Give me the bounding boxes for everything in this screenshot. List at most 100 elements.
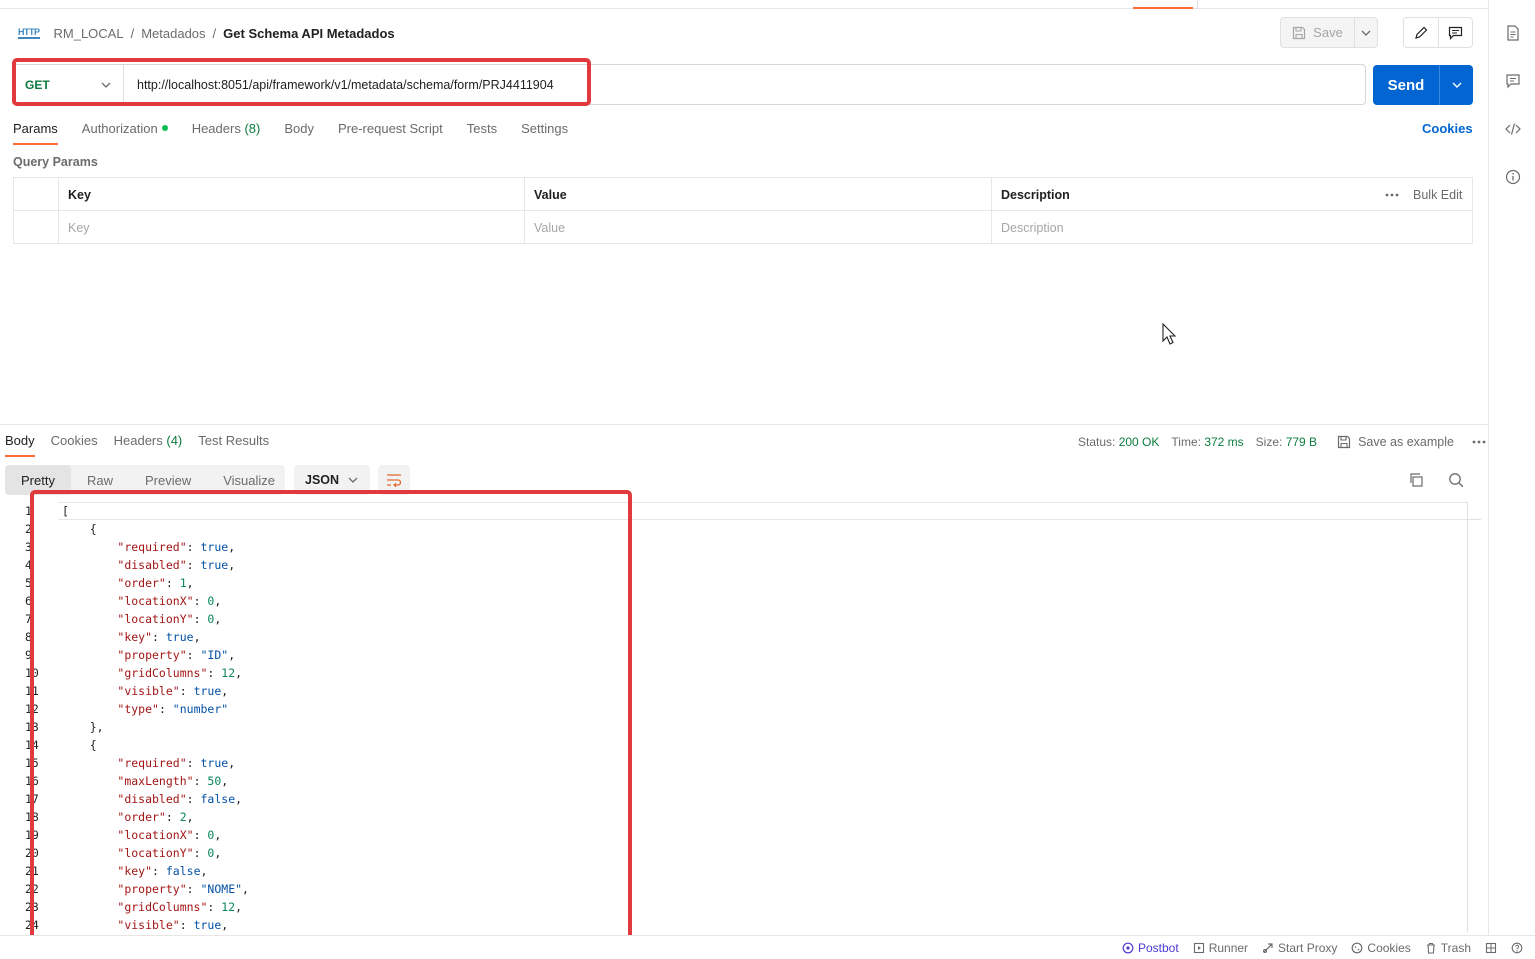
line-number: 7 (25, 612, 32, 626)
breadcrumb-separator: / (212, 25, 217, 41)
trash-icon (1426, 942, 1435, 954)
format-select[interactable]: JSON (294, 465, 370, 495)
more-options-icon[interactable] (1472, 440, 1486, 444)
table-row: Key Value Description (14, 211, 1472, 244)
tab-response-headers[interactable]: Headers (4) (114, 433, 183, 457)
json-key: "gridColumns" (117, 900, 208, 914)
breadcrumb-folder[interactable]: Metadados (141, 26, 205, 41)
cookies-link[interactable]: Cookies (1422, 121, 1473, 136)
view-preview[interactable]: Preview (129, 465, 207, 495)
edit-button[interactable] (1404, 18, 1439, 47)
breadcrumb: HTTP RM_LOCAL / Metadados / Get Schema A… (18, 24, 395, 42)
json-value: true (165, 630, 194, 644)
tab-settings[interactable]: Settings (521, 121, 568, 145)
json-punctuation: }, (89, 720, 104, 734)
param-key-input[interactable]: Key (59, 211, 90, 244)
send-button[interactable]: Send (1373, 65, 1440, 105)
size-value[interactable]: 779 B (1286, 435, 1317, 449)
comments-icon[interactable] (1503, 71, 1523, 91)
column-header-key: Key (68, 187, 91, 202)
tab-label: Headers (191, 121, 241, 136)
code-line: "type": "number" (117, 702, 229, 716)
code-line: "gridColumns": 12, (117, 666, 243, 680)
layout-toggle-button[interactable] (1485, 942, 1497, 954)
json-key: "required" (117, 756, 187, 770)
save-options-button[interactable] (1355, 18, 1377, 47)
status-value[interactable]: 200 OK (1119, 435, 1160, 449)
proxy-icon (1263, 943, 1273, 953)
time-value[interactable]: 372 ms (1204, 435, 1243, 449)
bulk-edit-button[interactable]: Bulk Edit (1413, 188, 1462, 202)
runner-icon (1193, 942, 1204, 954)
tab-body[interactable]: Body (284, 121, 314, 145)
tab-separator (1197, 0, 1198, 9)
line-number: 10 (25, 666, 39, 680)
json-value: 12 (221, 666, 236, 680)
response-body-editor[interactable]: 1 2 3 4 5 6 7 8 9 10 11 12 13 14 15 16 17 18 19 20 21 22 23 24 … (0, 502, 1481, 932)
code-line: "required": true, (117, 540, 236, 554)
view-pretty[interactable]: Pretty (5, 465, 71, 495)
editor-scrollbar[interactable] (1467, 502, 1481, 932)
save-as-example-button[interactable]: Save as example (1337, 435, 1454, 449)
code-line: [ (62, 502, 249, 520)
documentation-icon[interactable] (1503, 23, 1523, 43)
json-key: "type" (117, 702, 159, 716)
view-visualize[interactable]: Visualize (207, 465, 291, 495)
json-key: "order" (117, 810, 166, 824)
tab-tests[interactable]: Tests (467, 121, 497, 145)
response-view-tabs: Pretty Raw Preview Visualize (5, 465, 285, 495)
runner-button[interactable]: Runner (1193, 941, 1248, 955)
request-name[interactable]: Get Schema API Metadados (223, 26, 394, 41)
code-line: { (62, 520, 249, 538)
more-options-icon[interactable] (1385, 193, 1399, 197)
start-proxy-button[interactable]: Start Proxy (1262, 941, 1337, 955)
json-comma: , (186, 576, 194, 590)
tab-test-results[interactable]: Test Results (198, 433, 269, 457)
info-icon[interactable] (1503, 167, 1523, 187)
breadcrumb-collection[interactable]: RM_LOCAL (54, 26, 124, 41)
url-input[interactable] (124, 77, 1354, 92)
response-meta: Status: 200 OK Time: 372 ms Size: 779 B … (1078, 433, 1486, 451)
query-params-title: Query Params (13, 155, 98, 169)
json-value: "number" (172, 702, 229, 716)
json-value: true (200, 756, 229, 770)
send-options-button[interactable] (1440, 65, 1473, 105)
save-button[interactable]: Save (1281, 18, 1355, 47)
tab-headers[interactable]: Headers (8) (192, 121, 261, 145)
trash-button[interactable]: Trash (1425, 941, 1471, 955)
tab-params[interactable]: Params (13, 121, 58, 145)
two-pane-icon (1485, 942, 1497, 954)
search-icon[interactable] (1448, 472, 1464, 488)
wrap-lines-button[interactable] (378, 465, 410, 495)
tab-response-body[interactable]: Body (5, 433, 35, 457)
tab-authorization[interactable]: Authorization (82, 121, 168, 145)
line-number: 3 (25, 540, 32, 554)
code-icon[interactable] (1503, 119, 1523, 139)
pencil-icon (1414, 26, 1428, 39)
view-raw[interactable]: Raw (71, 465, 129, 495)
tab-count: (8) (244, 121, 261, 136)
chevron-down-icon (1361, 30, 1371, 36)
scrollbar-thumb[interactable] (1468, 502, 1481, 520)
json-key: "maxLength" (117, 774, 194, 788)
tab-label: Body (5, 433, 35, 448)
json-value: 50 (207, 774, 222, 788)
param-description-input[interactable]: Description (992, 211, 1064, 244)
pane-divider[interactable] (0, 424, 1488, 425)
copy-icon[interactable] (1408, 472, 1424, 488)
line-number: 11 (25, 684, 39, 698)
method-select[interactable]: GET (14, 65, 124, 104)
tab-response-cookies[interactable]: Cookies (51, 433, 98, 457)
param-value-input[interactable]: Value (525, 211, 565, 244)
method-label: GET (25, 77, 50, 92)
json-comma: , (235, 900, 243, 914)
help-button[interactable] (1511, 942, 1523, 954)
cookies-button[interactable]: Cookies (1351, 941, 1411, 955)
line-number-gutter: 1 2 3 4 5 6 7 8 9 10 11 12 13 14 15 16 17 18 19 20 21 22 23 24 (25, 502, 47, 932)
json-key: "visible" (117, 918, 180, 932)
postbot-button[interactable]: Postbot (1122, 941, 1179, 955)
comment-button[interactable] (1439, 18, 1473, 47)
tab-label: Pre-request Script (337, 121, 443, 136)
tab-label: Tests (466, 121, 498, 136)
tab-pre-request-script[interactable]: Pre-request Script (338, 121, 443, 145)
